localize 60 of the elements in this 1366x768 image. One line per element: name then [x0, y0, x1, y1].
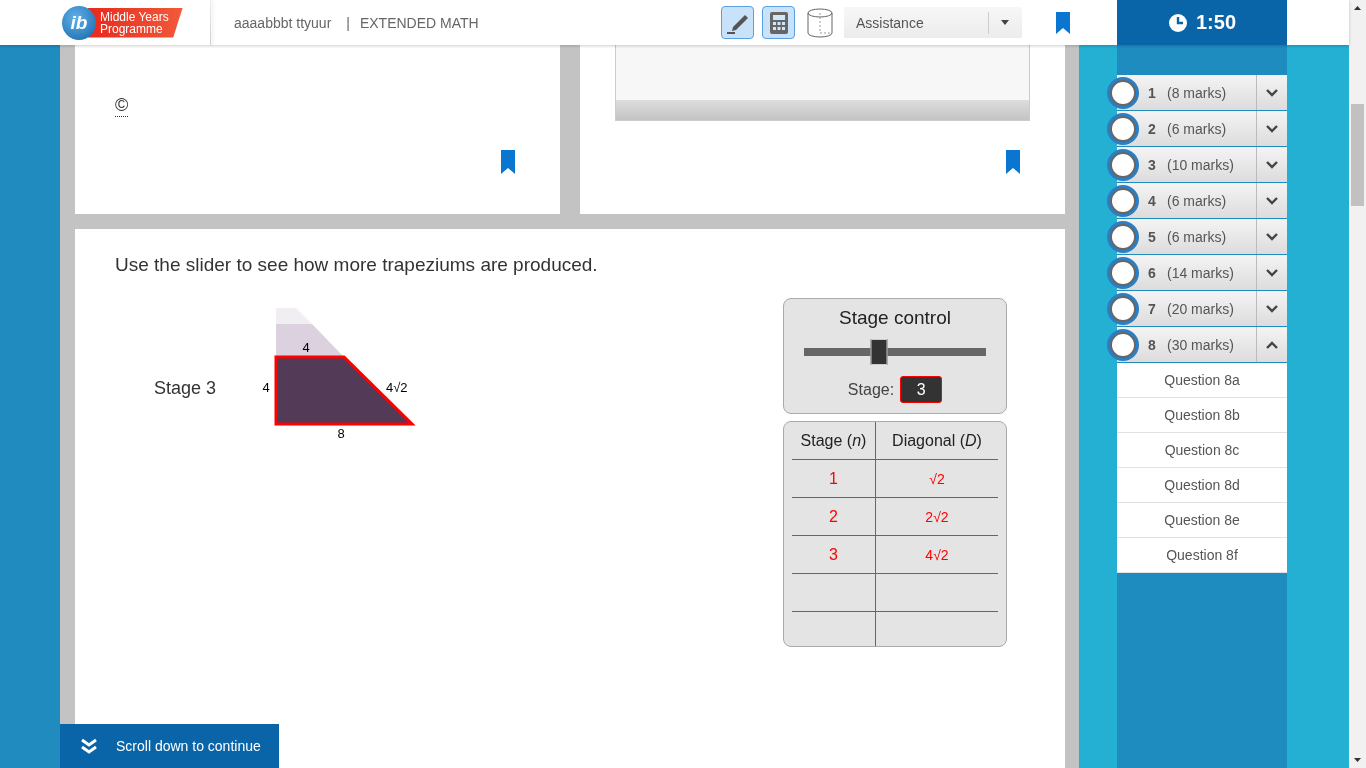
side-label: 8: [337, 426, 345, 441]
status-circle-icon: [1110, 224, 1136, 250]
question-prompt: Use the slider to see how more trapeziums are produced.: [115, 254, 599, 276]
status-circle-icon: [1110, 260, 1136, 286]
sub-question-item[interactable]: Question 8a: [1117, 363, 1287, 398]
column-header: Diagonal (D): [891, 430, 983, 451]
table-cell-text: 2√2: [924, 507, 950, 527]
timer: 1:50: [1117, 0, 1287, 45]
subject-title: EXTENDED MATH: [359, 14, 479, 31]
highlighter-button[interactable]: [721, 6, 754, 39]
table-cell: 2: [792, 498, 876, 535]
copyright-mark: ©: [115, 95, 129, 117]
question-nav-item[interactable]: 4 (6 marks): [1117, 183, 1287, 218]
question-nav-item[interactable]: 2 (6 marks): [1117, 111, 1287, 146]
question-nav-item[interactable]: 6 (14 marks): [1117, 255, 1287, 290]
column-header: Stage (n): [792, 422, 876, 459]
question-nav-item[interactable]: 3 (10 marks): [1117, 147, 1287, 182]
panel-title: Stage control: [839, 307, 951, 329]
programme-banner: Middle Years Programme: [88, 7, 183, 38]
separator-text: |: [346, 14, 350, 31]
sub-question-item[interactable]: Question 8e: [1117, 503, 1287, 538]
calculator-icon: [768, 10, 789, 35]
question-nav-item[interactable]: 5 (6 marks): [1117, 219, 1287, 254]
slider-thumb[interactable]: [870, 339, 888, 365]
bookmark-icon[interactable]: [501, 150, 515, 174]
status-circle-icon: [1110, 296, 1136, 322]
table-cell-text: √2: [928, 469, 946, 489]
table-cell: 1: [792, 460, 876, 497]
assistance-dropdown[interactable]: Assistance: [844, 7, 1022, 38]
bookmark-icon[interactable]: [1006, 150, 1020, 174]
stage-label: Stage:: [847, 380, 895, 399]
question-nav-item[interactable]: 7 (20 marks): [1117, 291, 1287, 326]
side-label: 4√2: [386, 380, 408, 395]
double-chevron-icon: [80, 738, 98, 754]
sub-question-item[interactable]: Question 8c: [1117, 433, 1287, 468]
side-label: 4: [302, 340, 310, 355]
status-circle-icon: [1110, 152, 1136, 178]
scrollbar-thumb[interactable]: [1351, 104, 1364, 206]
side-label: 4: [262, 380, 270, 395]
sub-question-item[interactable]: Question 8f: [1117, 538, 1287, 573]
table-cell-text: 4√2: [924, 545, 950, 565]
sub-question-item[interactable]: Question 8d: [1117, 468, 1287, 503]
status-circle-icon: [1110, 332, 1136, 358]
table-cell: 3: [792, 536, 876, 573]
status-circle-icon: [1110, 116, 1136, 142]
sub-question-item[interactable]: Question 8b: [1117, 398, 1287, 433]
user-name: aaaabbbt ttyuur: [234, 14, 332, 31]
stage-label: Stage 3: [154, 378, 217, 399]
question-nav-item[interactable]: 1 (8 marks): [1117, 75, 1287, 110]
status-circle-icon: [1110, 80, 1136, 106]
clock-icon: [1168, 12, 1188, 33]
question-nav-item[interactable]: 8 (30 marks): [1117, 327, 1287, 362]
stage-value: 3: [900, 376, 943, 403]
caret-icon: [1000, 19, 1010, 26]
logo-mark: ib: [62, 5, 96, 40]
bookmark-icon[interactable]: [1056, 11, 1070, 34]
scroll-down-button[interactable]: Scroll down to continue: [60, 724, 279, 768]
calculator-button[interactable]: [762, 6, 795, 39]
cylinder-icon: [805, 6, 834, 39]
status-circle-icon: [1110, 188, 1136, 214]
